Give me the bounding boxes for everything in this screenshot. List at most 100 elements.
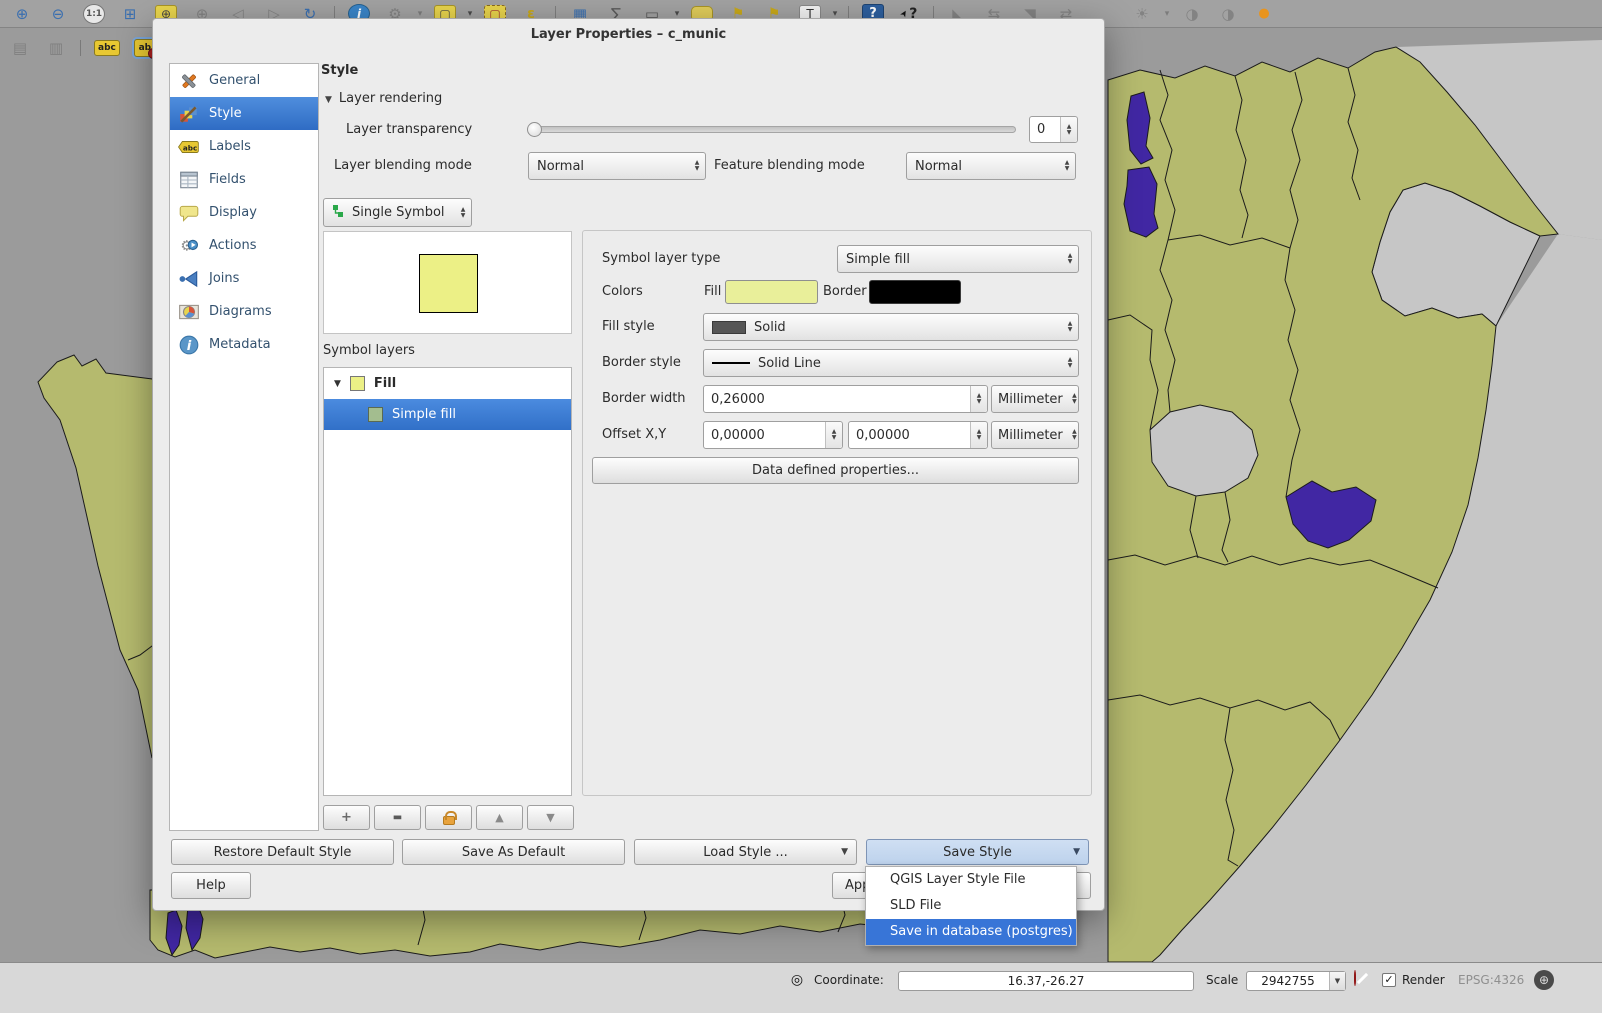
sidebar-item-label: Style [209, 106, 242, 121]
svg-text:abc: abc [182, 143, 196, 152]
menu-item-qgis-style-file[interactable]: QGIS Layer Style File [866, 867, 1076, 893]
offset-y-spinbox[interactable]: 0,00000 ▲▼ [848, 421, 988, 449]
border-style-label: Border style [602, 349, 681, 377]
symbol-preview [323, 231, 572, 334]
save-as-default-button[interactable]: Save As Default [402, 839, 625, 865]
border-width-value: 0,26000 [711, 392, 765, 407]
collapse-triangle-icon: ▼ [325, 95, 332, 105]
offset-x-spinbox[interactable]: 0,00000 ▲▼ [703, 421, 843, 449]
restore-default-style-button[interactable]: Restore Default Style [171, 839, 394, 865]
symbol-layer-properties: Symbol layer type Simple fill ▲▼ Colors … [582, 230, 1092, 796]
expander-icon[interactable]: ▼ [334, 379, 341, 389]
scale-combo[interactable]: 2942755 ▼ [1246, 971, 1346, 991]
symbol-layer-type-label: Symbol layer type [602, 245, 720, 273]
combo-arrows-icon: ▲▼ [1062, 321, 1078, 333]
tree-row-simple-fill[interactable]: Simple fill [324, 399, 571, 430]
zoom-full-icon[interactable]: ⊞ [119, 2, 141, 26]
remove-symbol-layer-button[interactable]: ▬ [374, 805, 421, 830]
single-symbol-icon [332, 204, 344, 222]
fill-swatch-icon [350, 376, 365, 391]
feature-blending-label: Feature blending mode [714, 152, 865, 180]
sidebar-item-label: Labels [209, 139, 251, 154]
tree-row-label: Fill [374, 376, 396, 391]
layer-rendering-collapser[interactable]: ▼Layer rendering [325, 91, 442, 106]
sidebar-item-general[interactable]: General [170, 64, 318, 97]
load-style-button[interactable]: Load Style ... ▼ [634, 839, 857, 865]
transparency-slider-handle[interactable] [527, 122, 542, 137]
zoom-actual-icon[interactable]: 1:1 [83, 4, 105, 24]
save-style-button[interactable]: Save Style ▼ [866, 839, 1089, 865]
layer-blending-combo[interactable]: Normal ▲▼ [528, 152, 706, 180]
dropdown-arrow-icon: ▼ [1329, 972, 1345, 990]
feature-blending-combo[interactable]: Normal ▲▼ [906, 152, 1076, 180]
move-up-button[interactable]: ▲ [476, 805, 523, 830]
help-button[interactable]: Help [171, 872, 251, 899]
labeling-icon[interactable]: abc [94, 40, 120, 56]
spin-arrows-icon[interactable]: ▲▼ [970, 386, 987, 412]
offset-y-value: 0,00000 [856, 428, 910, 443]
sidebar-item-label: General [209, 73, 260, 88]
sidebar-item-labels[interactable]: abc Labels [170, 130, 318, 163]
colors-label: Colors [602, 278, 643, 306]
tracking-icon[interactable]: ◎ [788, 971, 806, 989]
sidebar-item-label: Fields [209, 172, 246, 187]
plus-icon: + [341, 810, 352, 825]
feature-blending-value: Normal [915, 159, 962, 174]
spin-arrows-icon[interactable]: ▲▼ [825, 422, 842, 448]
move-down-button[interactable]: ▼ [527, 805, 574, 830]
zoom-out-icon[interactable]: ⊖ [47, 2, 69, 26]
border-width-label: Border width [602, 385, 686, 413]
combo-arrows-icon: ▲▼ [1062, 357, 1078, 369]
combo-arrows-icon: ▲▼ [1071, 429, 1078, 441]
coordinate-label: Coordinate: [814, 973, 884, 987]
sidebar-item-display[interactable]: Display [170, 196, 318, 229]
sidebar-item-joins[interactable]: Joins [170, 262, 318, 295]
data-defined-properties-button[interactable]: Data defined properties... [592, 457, 1079, 484]
lock-icon [443, 816, 455, 825]
crs-globe-icon[interactable]: ⊕ [1534, 970, 1554, 990]
renderer-value: Single Symbol [352, 205, 445, 220]
combo-arrows-icon: ▲▼ [1062, 253, 1078, 265]
sidebar-item-style[interactable]: Style [170, 97, 318, 130]
fill-color-button[interactable] [725, 280, 818, 304]
menu-item-save-in-database[interactable]: Save in database (postgres) [866, 919, 1076, 945]
sidebar-item-metadata[interactable]: i Metadata [170, 328, 318, 361]
render-checkbox[interactable]: ✓ [1382, 973, 1396, 987]
combo-arrows-icon: ▲▼ [1071, 393, 1078, 405]
sidebar-item-diagrams[interactable]: Diagrams [170, 295, 318, 328]
add-symbol-layer-button[interactable]: + [323, 805, 370, 830]
spin-arrows-icon[interactable]: ▲▼ [970, 422, 987, 448]
offset-x-value: 0,00000 [711, 428, 765, 443]
status-bar: ◎ Coordinate: 16.37,-26.27 Scale 2942755… [0, 962, 1602, 1013]
solid-fill-swatch-icon [712, 321, 746, 334]
offset-unit-combo[interactable]: Millimeter ▲▼ [991, 421, 1079, 449]
sidebar-item-fields[interactable]: Fields [170, 163, 318, 196]
renderer-combo[interactable]: Single Symbol ▲▼ [323, 198, 472, 227]
render-label: Render [1402, 973, 1445, 987]
coordinate-input[interactable]: 16.37,-26.27 [898, 971, 1194, 991]
transparency-spinbox[interactable]: 0 ▲▼ [1029, 116, 1078, 143]
fill-color-label: Fill [704, 278, 721, 306]
stop-render-icon[interactable] [1354, 970, 1356, 986]
symbol-layer-type-combo[interactable]: Simple fill ▲▼ [837, 245, 1079, 273]
transparency-slider[interactable] [528, 126, 1016, 133]
border-width-spinbox[interactable]: 0,26000 ▲▼ [703, 385, 988, 413]
up-arrow-icon: ▲ [495, 811, 503, 824]
border-style-value: Solid Line [758, 356, 821, 371]
layer-blending-value: Normal [537, 159, 584, 174]
button-label: Save Style [943, 845, 1012, 860]
tree-row-fill[interactable]: ▼ Fill [324, 368, 571, 399]
lock-symbol-layer-button[interactable] [425, 805, 472, 830]
border-width-unit-combo[interactable]: Millimeter ▲▼ [991, 385, 1079, 413]
labels-icon: abc [177, 136, 200, 158]
zoom-in-icon[interactable]: ⊕ [11, 2, 33, 26]
fill-style-combo[interactable]: Solid ▲▼ [703, 313, 1079, 341]
border-color-button[interactable] [869, 280, 961, 304]
touch-icon[interactable]: ● [1253, 2, 1275, 26]
contrast-enhance-icon: ◑ [1181, 2, 1203, 26]
menu-item-sld-file[interactable]: SLD File [866, 893, 1076, 919]
offset-label: Offset X,Y [602, 421, 666, 449]
spin-arrows-icon[interactable]: ▲▼ [1060, 117, 1077, 142]
border-style-combo[interactable]: Solid Line ▲▼ [703, 349, 1079, 377]
sidebar-item-actions[interactable]: ⚙ Actions [170, 229, 318, 262]
